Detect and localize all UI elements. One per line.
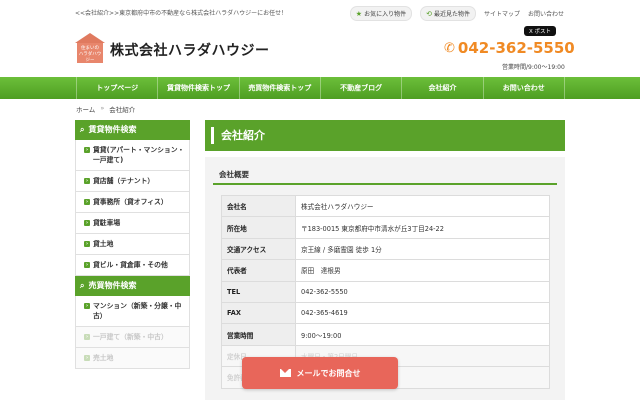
sidebar: ⌕ 賃貸物件検索 › 賃貸(アパート・マンション・一戸建て) › 貸店舗（テナン… — [75, 120, 190, 400]
table-row: 営業時間 9:00～19:00 — [221, 323, 550, 346]
sidebar-item-label: 一戸建て（新築・中古） — [93, 333, 168, 341]
search-icon: ⌕ — [80, 125, 85, 134]
row-value: 9:00～19:00 — [295, 323, 550, 346]
nav-sale-search[interactable]: 売買物件検索トップ — [238, 77, 320, 99]
breadcrumb: ホーム » 会社紹介 — [76, 104, 135, 114]
breadcrumb-separator: » — [100, 104, 105, 112]
logo-text-line2: ハラダハウジー — [78, 52, 102, 63]
logo-body: 住まいの ハラダハウジー — [77, 43, 103, 63]
row-value: 〒183-0015 東京都府中市清水が丘3丁目24-22 — [295, 216, 550, 239]
row-value: 042-362-5550 — [295, 280, 550, 303]
arrow-icon: › — [84, 262, 90, 268]
table-row: TEL 042-362-5550 — [221, 280, 550, 303]
sidebar-item-label: 貸駐車場 — [93, 219, 121, 227]
nav-top[interactable]: トップページ — [76, 77, 157, 99]
row-key: 営業時間 — [221, 323, 296, 346]
arrow-icon: › — [84, 220, 90, 226]
table-row: FAX 042-365-4619 — [221, 301, 550, 325]
sidebar-item-label: 貸事務所（貸オフィス） — [93, 198, 168, 206]
section-heading: 会社概要 — [213, 164, 557, 185]
sale-search-heading-label: 売買物件検索 — [88, 281, 137, 290]
sidebar-item-label: 売土地 — [93, 354, 114, 362]
star-icon: ★ — [355, 9, 363, 18]
company-name[interactable]: 株式会社ハラダハウジー — [110, 40, 270, 60]
search-icon: ⌕ — [80, 281, 85, 290]
arrow-icon: › — [84, 199, 90, 205]
arrow-icon: › — [84, 241, 90, 247]
sidebar-item-label: 貸ビル・貸倉庫・その他 — [93, 261, 168, 269]
sidebar-item-sale-house[interactable]: › 一戸建て（新築・中古） — [75, 327, 190, 348]
site-header: 住まいの ハラダハウジー 株式会社ハラダハウジー X ポスト ✆ 042-362… — [0, 24, 640, 76]
sidebar-item-sale-land[interactable]: › 売土地 — [75, 348, 190, 369]
logo-roof — [75, 33, 105, 43]
row-key: 代表者 — [221, 259, 296, 282]
history-icon: ⟲ — [426, 9, 432, 18]
rent-search-heading: ⌕ 賃貸物件検索 — [75, 120, 190, 140]
row-value: 株式会社ハラダハウジー — [295, 194, 550, 218]
phone-number[interactable]: ✆ 042-362-5550 — [444, 39, 575, 57]
sidebar-item-label: 貸店舗（テナント） — [93, 177, 155, 185]
global-nav: トップページ 賃貸物件検索トップ 売買物件検索トップ 不動産ブログ 会社紹介 お… — [0, 77, 640, 99]
row-key: 交通アクセス — [221, 237, 296, 261]
sale-search-heading: ⌕ 売買物件検索 — [75, 276, 190, 296]
row-value: 京王線 / 多磨霊園 徒歩 1分 — [295, 237, 550, 261]
nav-blog[interactable]: 不動産ブログ — [319, 77, 401, 99]
rent-search-heading-label: 賃貸物件検索 — [88, 125, 137, 134]
row-value: 原田 達根男 — [295, 259, 550, 282]
breadcrumb-home[interactable]: ホーム — [76, 104, 95, 114]
arrow-icon: › — [84, 147, 90, 153]
nav-company[interactable]: 会社紹介 — [401, 77, 482, 99]
site-tagline: <<会社紹介>>東京都府中市の不動産なら株式会社ハラダハウジーにお任せ！ — [75, 10, 288, 17]
sidebar-item-rent-store[interactable]: › 貸店舗（テナント） — [75, 171, 190, 192]
row-key: TEL — [221, 280, 296, 303]
x-post-button[interactable]: X ポスト — [524, 26, 557, 36]
mail-contact-button[interactable]: メールでお問合せ — [242, 357, 398, 389]
sidebar-item-rent-other[interactable]: › 貸ビル・貸倉庫・その他 — [75, 255, 190, 276]
sidebar-item-rent-residential[interactable]: › 賃貸(アパート・マンション・一戸建て) — [75, 140, 190, 171]
mail-icon — [279, 369, 291, 377]
sidebar-item-label: マンション（新築・分譲・中古） — [93, 302, 182, 320]
breadcrumb-current: 会社紹介 — [109, 106, 136, 114]
arrow-icon: › — [84, 178, 90, 184]
row-key: 会社名 — [221, 194, 296, 218]
phone-icon: ✆ — [444, 40, 455, 56]
sitemap-link[interactable]: サイトマップ — [484, 9, 520, 18]
sidebar-item-label: 賃貸(アパート・マンション・一戸建て) — [93, 146, 185, 164]
page-title: 会社紹介 — [205, 120, 565, 151]
favorites-button[interactable]: ★ お気に入り物件 — [349, 6, 413, 21]
nav-contact[interactable]: お問い合わせ — [482, 77, 565, 99]
arrow-icon: › — [84, 355, 90, 361]
row-key: 所在地 — [221, 216, 296, 239]
phone-label: 042-362-5550 — [457, 39, 575, 57]
sidebar-item-rent-land[interactable]: › 貸土地 — [75, 234, 190, 255]
contact-link[interactable]: お問い合わせ — [528, 9, 564, 18]
table-row: 会社名 株式会社ハラダハウジー — [221, 194, 550, 218]
row-key: FAX — [221, 301, 296, 325]
favorites-label: お気に入り物件 — [364, 11, 407, 18]
top-bar: <<会社紹介>>東京都府中市の不動産なら株式会社ハラダハウジーにお任せ！ ★ お… — [0, 0, 640, 24]
business-hours: 営業時間/9:00～19:00 — [502, 64, 565, 71]
utility-links: ★ お気に入り物件 ⟲ 最近見た物件 サイトマップ お問い合わせ — [349, 6, 564, 21]
table-row: 代表者 原田 達根男 — [221, 259, 550, 282]
sidebar-item-rent-office[interactable]: › 貸事務所（貸オフィス） — [75, 192, 190, 213]
recent-button[interactable]: ⟲ 最近見た物件 — [420, 6, 476, 21]
recent-label: 最近見た物件 — [433, 11, 470, 18]
arrow-icon: › — [84, 303, 90, 309]
table-row: 所在地 〒183-0015 東京都府中市清水が丘3丁目24-22 — [221, 216, 550, 239]
sidebar-item-label: 貸土地 — [93, 240, 114, 248]
mail-contact-label: メールでお問合せ — [296, 368, 361, 378]
sidebar-item-sale-mansion[interactable]: › マンション（新築・分譲・中古） — [75, 296, 190, 327]
row-value: 042-365-4619 — [295, 301, 550, 325]
arrow-icon: › — [84, 334, 90, 340]
logo[interactable]: 住まいの ハラダハウジー — [75, 33, 105, 63]
table-row: 交通アクセス 京王線 / 多磨霊園 徒歩 1分 — [221, 237, 550, 261]
nav-rent-search[interactable]: 賃貸物件検索トップ — [157, 77, 238, 99]
sidebar-item-rent-parking[interactable]: › 貸駐車場 — [75, 213, 190, 234]
